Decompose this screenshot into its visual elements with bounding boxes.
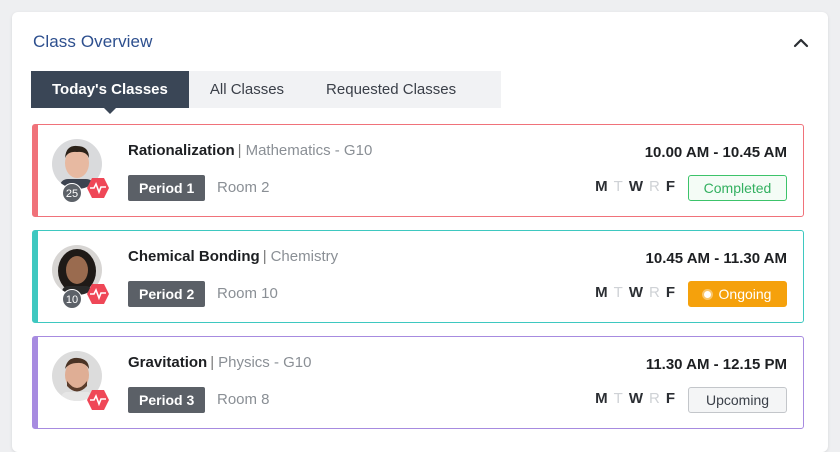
period-badge: Period 2 — [128, 281, 206, 307]
day-tuesday: T — [613, 178, 623, 195]
class-days: M T W R F — [595, 284, 675, 301]
day-monday: M — [595, 178, 608, 195]
tab-all-classes[interactable]: All Classes — [189, 71, 305, 108]
day-thursday: R — [648, 284, 660, 301]
class-time: 10.00 AM - 10.45 AM — [644, 144, 787, 161]
class-subject: Chemistry — [270, 248, 339, 265]
day-thursday: R — [648, 390, 660, 407]
status-badge-ongoing: Ongoing — [688, 281, 787, 307]
day-wednesday: W — [628, 178, 643, 195]
tab-todays-classes[interactable]: Today's Classes — [31, 71, 189, 114]
panel-title: Class Overview — [33, 32, 153, 51]
heartbeat-icon — [87, 178, 109, 198]
room-label: Room 10 — [217, 285, 278, 302]
status-badge-upcoming: Upcoming — [688, 387, 787, 413]
day-monday: M — [595, 390, 608, 407]
class-overview-panel: Class Overview Today's Classes All Class… — [12, 12, 828, 452]
class-tabs: Today's Classes All Classes Requested Cl… — [31, 71, 501, 114]
teacher-avatar-group: 10 — [52, 245, 109, 309]
class-card-gravitation[interactable]: Gravitation | Physics - G10 Period 3 Room … — [32, 336, 804, 429]
class-topic: Chemical Bonding | Chemistry — [128, 248, 339, 265]
room-label: Room 8 — [217, 391, 270, 408]
student-count-badge: 10 — [62, 289, 82, 309]
class-card-rationalization[interactable]: 25 Rationalization | Mathematics - G10 Per… — [32, 124, 804, 217]
chevron-up-icon[interactable] — [792, 34, 810, 52]
teacher-avatar-group: 25 — [52, 139, 109, 203]
class-topic: Rationalization | Mathematics - G10 — [128, 142, 373, 159]
day-wednesday: W — [628, 390, 643, 407]
day-monday: M — [595, 284, 608, 301]
period-badge: Period 3 — [128, 387, 206, 413]
day-friday: F — [665, 178, 675, 195]
teacher-avatar-group — [52, 351, 109, 415]
class-subject: Mathematics - G10 — [245, 142, 373, 159]
class-subject: Physics - G10 — [218, 354, 312, 371]
class-days: M T W R F — [595, 390, 675, 407]
class-card-chemical-bonding[interactable]: 10 Chemical Bonding | Chemistry Period 2 R… — [32, 230, 804, 323]
class-time: 11.30 AM - 12.15 PM — [645, 356, 787, 373]
day-thursday: R — [648, 178, 660, 195]
class-topic: Gravitation | Physics - G10 — [128, 354, 312, 371]
day-friday: F — [665, 390, 675, 407]
student-count-badge: 25 — [62, 183, 82, 203]
room-label: Room 2 — [217, 179, 270, 196]
day-wednesday: W — [628, 284, 643, 301]
heartbeat-icon — [87, 284, 109, 304]
day-tuesday: T — [613, 390, 623, 407]
class-time: 10.45 AM - 11.30 AM — [645, 250, 787, 267]
status-badge-completed: Completed — [688, 175, 787, 201]
live-dot-icon — [703, 291, 711, 298]
day-friday: F — [665, 284, 675, 301]
day-tuesday: T — [613, 284, 623, 301]
period-badge: Period 1 — [128, 175, 206, 201]
tab-requested-classes[interactable]: Requested Classes — [305, 71, 477, 108]
class-days: M T W R F — [595, 178, 675, 195]
heartbeat-icon — [87, 390, 109, 410]
